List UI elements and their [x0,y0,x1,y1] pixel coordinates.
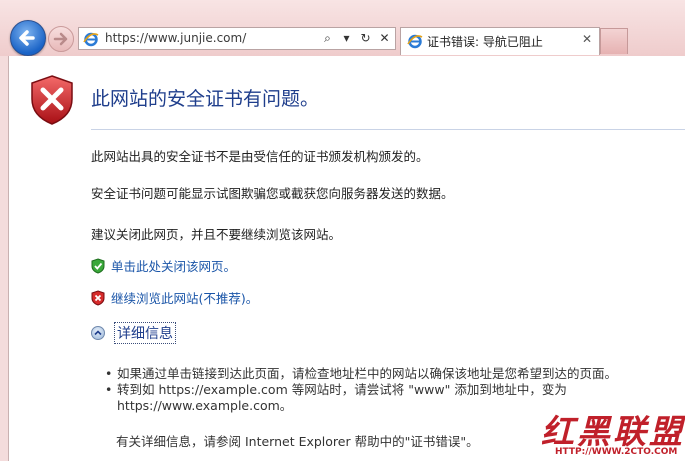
watermark-url: HTTP://WWW.2CTO.COM [555,447,678,457]
chevron-up-icon[interactable] [91,326,105,340]
red-shield-icon [91,289,105,306]
watermark: 红黑联盟 HTTP://WWW.2CTO.COM [541,405,685,461]
page-title: 此网站的安全证书有问题。 [91,88,320,110]
address-bar[interactable]: https://www.junjie.com/ ⌕ ▾ ↻ ✕ [78,27,396,50]
green-shield-icon [91,257,105,274]
continue-site-link-label[interactable]: 继续浏览此网站(不推荐)。 [111,288,258,307]
watermark-text: 红黑联盟 [541,412,685,451]
tab-certificate-error[interactable]: 证书错误: 导航已阻止 ✕ [400,27,600,55]
refresh-icon[interactable]: ↻ [359,30,372,47]
bullet-icon: • [105,366,113,381]
paragraph-recommendation: 建议关闭此网页，并且不要继续浏览该网站。 [91,227,342,242]
help-footer: 有关详细信息，请参阅 Internet Explorer 帮助中的"证书错误"。 [116,434,479,449]
ie-logo-icon [83,32,99,47]
more-info-label[interactable]: 详细信息 [114,322,176,344]
list-item: • 如果通过单击链接到达此页面，请检查地址栏中的网站以确保该地址是您希望到达的页… [105,366,618,381]
stop-icon[interactable]: ✕ [378,30,391,47]
paragraph-untrusted: 此网站出具的安全证书不是由受信任的证书颁发机构颁发的。 [91,149,429,164]
new-tab-button[interactable] [600,28,628,54]
tab-label: 证书错误: 导航已阻止 [427,35,543,49]
forward-button[interactable] [48,26,74,52]
search-icon[interactable]: ⌕ [321,30,334,47]
more-info-toggle[interactable]: 详细信息 [91,322,176,344]
page-content: 此网站的安全证书有问题。 此网站出具的安全证书不是由受信任的证书颁发机构颁发的。… [8,56,685,461]
dropdown-icon[interactable]: ▾ [340,30,353,47]
address-url[interactable]: https://www.junjie.com/ [105,31,246,45]
bullet-icon: • [105,382,113,397]
close-page-link[interactable]: 单击此处关闭该网页。 [91,256,236,275]
error-shield-icon [31,75,73,125]
divider [91,129,685,130]
back-button[interactable] [10,20,46,56]
paragraph-risk: 安全证书问题可能显示试图欺骗您或截获您向服务器发送的数据。 [91,186,454,201]
ie-logo-icon [407,34,423,49]
forward-arrow-icon [53,32,68,46]
browser-chrome: https://www.junjie.com/ ⌕ ▾ ↻ ✕ 证书错误: 导航… [0,0,685,56]
close-tab-icon[interactable]: ✕ [582,32,592,46]
back-arrow-icon [19,30,35,46]
close-page-link-label[interactable]: 单击此处关闭该网页。 [111,256,236,275]
continue-site-link[interactable]: 继续浏览此网站(不推荐)。 [91,288,258,307]
